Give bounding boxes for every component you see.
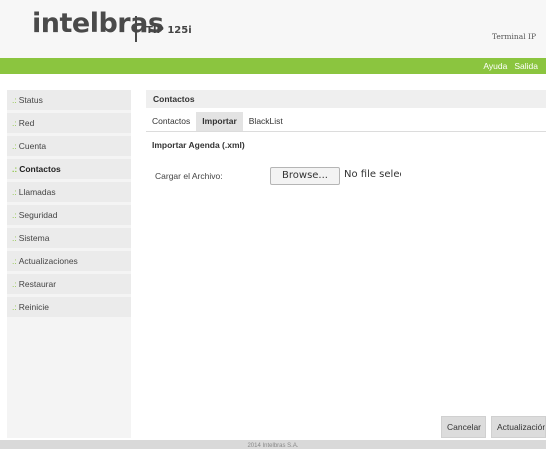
bullet-icon: .: [12, 210, 17, 220]
sidebar-item-llamadas[interactable]: .: Llamadas [7, 182, 131, 202]
terminal-label: Terminal IP [491, 32, 536, 41]
product-name: TIP 125i [146, 25, 192, 36]
brand-logo: intelbras [32, 8, 164, 39]
tab-blacklist[interactable]: BlackList [243, 112, 289, 131]
bullet-icon: .: [12, 164, 18, 174]
upload-row: Cargar el Archivo: Browse... No file sel… [146, 167, 546, 189]
sidebar-item-cuenta[interactable]: .: Cuenta [7, 136, 131, 156]
sidebar-item-label: Contactos [19, 164, 61, 174]
top-nav: Ayuda Salida [483, 61, 538, 71]
upload-label: Cargar el Archivo: [155, 171, 223, 181]
bullet-icon: .: [12, 279, 17, 289]
top-nav-bar: Ayuda Salida [0, 58, 546, 74]
sidebar-item-actualizaciones[interactable]: .: Actualizaciones [7, 251, 131, 271]
footer: 2014 Intelbras S.A. [0, 440, 546, 449]
breadcrumb: Contactos [146, 90, 546, 108]
sidebar-item-sistema[interactable]: .: Sistema [7, 228, 131, 248]
sidebar-item-status[interactable]: .: Status [7, 90, 131, 110]
update-button[interactable]: Actualización [491, 416, 546, 438]
section-title: Importar Agenda (.xml) [152, 140, 245, 150]
sidebar-item-label: Cuenta [18, 141, 47, 151]
sidebar: .: Status .: Red .: Cuenta .: Contactos .: Ll… [7, 90, 131, 438]
browse-button[interactable]: Browse... [270, 167, 340, 185]
bullet-icon: .: [12, 141, 17, 151]
tab-importar[interactable]: Importar [196, 112, 243, 131]
tab-contactos[interactable]: Contactos [146, 112, 196, 131]
main-panel: Contactos Contactos Importar BlackList I… [146, 90, 546, 438]
sidebar-item-label: Seguridad [18, 210, 58, 220]
logout-link[interactable]: Salida [514, 61, 538, 71]
sidebar-item-seguridad[interactable]: .: Seguridad [7, 205, 131, 225]
logo-separator [135, 16, 137, 42]
page: intelbras TIP 125i Terminal IP Ayuda Sal… [0, 0, 546, 449]
cancel-button[interactable]: Cancelar [441, 416, 486, 438]
sidebar-item-label: Reinicie [18, 302, 49, 312]
sidebar-item-restaurar[interactable]: .: Restaurar [7, 274, 131, 294]
sidebar-item-label: Restaurar [18, 279, 57, 289]
sidebar-item-label: Status [18, 95, 43, 105]
bullet-icon: .: [12, 95, 17, 105]
sidebar-item-contactos[interactable]: .: Contactos [7, 159, 131, 179]
bullet-icon: .: [12, 302, 17, 312]
header: intelbras TIP 125i Terminal IP [0, 0, 546, 58]
sidebar-item-reinicie[interactable]: .: Reinicie [7, 297, 131, 317]
form-actions: Cancelar Actualización [441, 416, 546, 438]
sidebar-item-label: Actualizaciones [18, 256, 78, 266]
sidebar-item-label: Llamadas [18, 187, 56, 197]
bullet-icon: .: [12, 233, 17, 243]
sidebar-item-red[interactable]: .: Red [7, 113, 131, 133]
tab-bar: Contactos Importar BlackList [146, 112, 546, 132]
sidebar-item-label: Red [18, 118, 35, 128]
file-status: No file selected. [344, 169, 401, 180]
bullet-icon: .: [12, 187, 17, 197]
bullet-icon: .: [12, 118, 17, 128]
bullet-icon: .: [12, 256, 17, 266]
help-link[interactable]: Ayuda [483, 61, 507, 71]
sidebar-item-label: Sistema [18, 233, 50, 243]
